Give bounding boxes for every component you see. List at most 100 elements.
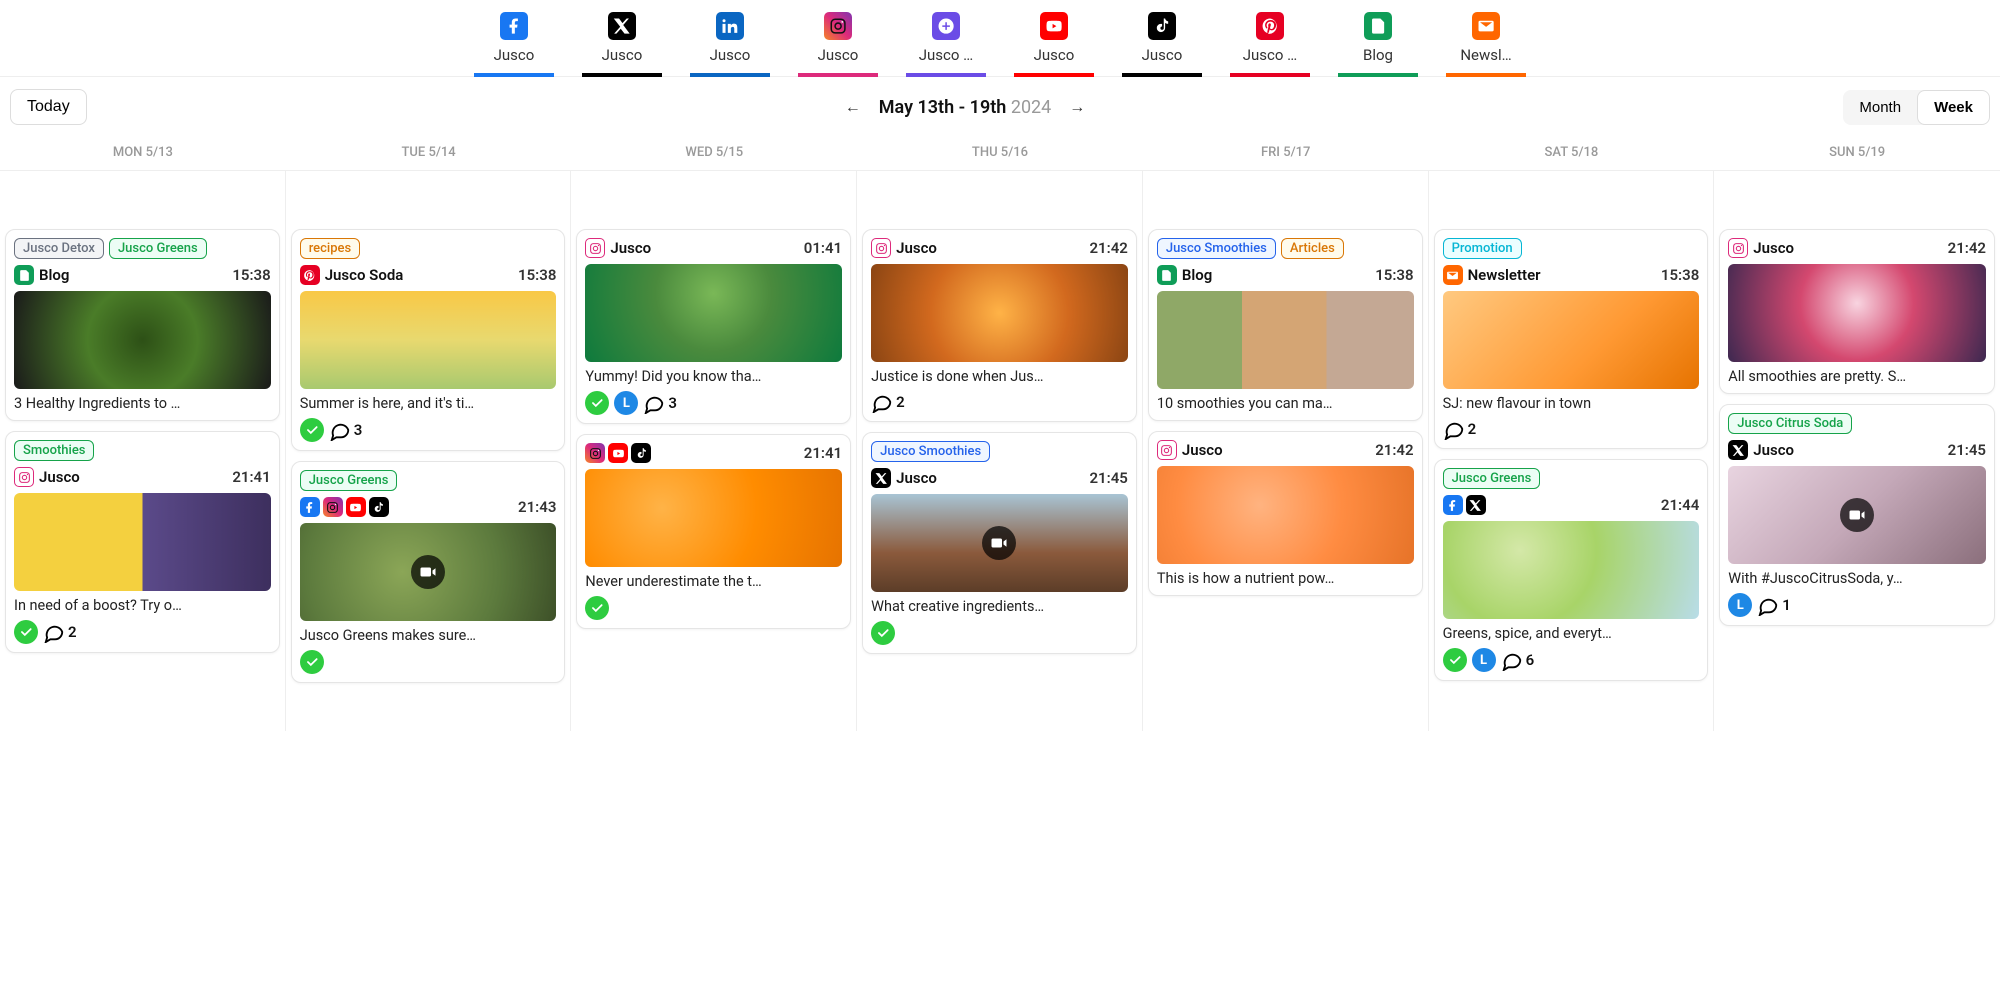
post-thumbnail bbox=[585, 469, 842, 567]
post-card[interactable]: Jusco DetoxJusco GreensBlog15:383 Health… bbox=[5, 229, 280, 421]
post-card[interactable]: 21:41Never underestimate the t… bbox=[576, 434, 851, 629]
yt-icon bbox=[1040, 12, 1068, 40]
prev-week-arrow[interactable]: ← bbox=[845, 97, 861, 117]
channels-row: Jusco Jusco Jusco Jusco Jusco … Jusco Ju… bbox=[0, 0, 2000, 77]
channel-label: Jusco bbox=[1034, 46, 1075, 64]
channel-pin[interactable]: Jusco … bbox=[1236, 12, 1304, 76]
post-card[interactable]: Jusco Greens21:44Greens, spice, and ever… bbox=[1434, 459, 1709, 681]
fb-icon bbox=[1443, 495, 1463, 515]
blog-icon bbox=[1157, 265, 1177, 285]
approved-badge bbox=[585, 596, 609, 620]
channel-li[interactable]: Jusco bbox=[696, 12, 764, 76]
tag: Jusco Greens bbox=[109, 238, 207, 259]
channel-blog[interactable]: Blog bbox=[1344, 12, 1412, 76]
post-thumbnail bbox=[1728, 466, 1986, 564]
tt-icon bbox=[631, 443, 651, 463]
ig-icon bbox=[585, 443, 605, 463]
account-name: Jusco bbox=[1753, 239, 1794, 257]
approved-badge bbox=[871, 621, 895, 645]
card-tags: Jusco Greens bbox=[1443, 468, 1700, 489]
post-time: 21:41 bbox=[232, 468, 270, 486]
post-thumbnail bbox=[14, 493, 271, 591]
post-thumbnail bbox=[871, 264, 1128, 362]
post-time: 15:38 bbox=[1375, 266, 1413, 284]
comment-count[interactable]: 3 bbox=[643, 392, 677, 414]
comment-count[interactable]: 2 bbox=[871, 391, 905, 413]
channel-underline bbox=[1446, 73, 1526, 77]
comment-count[interactable]: 6 bbox=[1501, 649, 1535, 671]
post-card[interactable]: Jusco Greens21:43Jusco Greens makes sure… bbox=[291, 461, 566, 683]
comment-count[interactable]: 1 bbox=[1757, 594, 1791, 616]
post-caption: All smoothies are pretty. S… bbox=[1728, 368, 1986, 385]
account-name: Jusco Soda bbox=[325, 266, 404, 284]
date-nav: ← May 13th - 19th 2024 → bbox=[845, 97, 1086, 118]
comment-count[interactable]: 2 bbox=[1443, 418, 1477, 440]
post-caption: What creative ingredients… bbox=[871, 598, 1128, 615]
post-thumbnail bbox=[300, 291, 557, 389]
pin-icon bbox=[300, 265, 320, 285]
scheduled-badge: L bbox=[1728, 593, 1752, 617]
channel-gb[interactable]: Jusco … bbox=[912, 12, 980, 76]
channel-label: Jusco … bbox=[1243, 46, 1297, 64]
day-header: WED 5/15 bbox=[571, 137, 857, 170]
post-card[interactable]: Jusco SmoothiesArticlesBlog15:3810 smoot… bbox=[1148, 229, 1423, 421]
post-caption: Yummy! Did you know tha… bbox=[585, 368, 842, 385]
week-view-button[interactable]: Week bbox=[1917, 90, 1990, 125]
tag: recipes bbox=[300, 238, 361, 259]
post-caption: 3 Healthy Ingredients to … bbox=[14, 395, 271, 412]
month-view-button[interactable]: Month bbox=[1843, 90, 1917, 125]
channel-fb[interactable]: Jusco bbox=[480, 12, 548, 76]
post-card[interactable]: SmoothiesJusco21:41In need of a boost? T… bbox=[5, 431, 280, 653]
status-row: 2 bbox=[871, 391, 1128, 413]
post-card[interactable]: Jusco SmoothiesJusco21:45What creative i… bbox=[862, 432, 1137, 654]
post-thumbnail bbox=[1157, 466, 1414, 564]
account-row: Jusco Soda15:38 bbox=[300, 265, 557, 285]
post-card[interactable]: Jusco21:42This is how a nutrient pow… bbox=[1148, 431, 1423, 596]
video-badge bbox=[982, 526, 1016, 560]
card-tags: Jusco DetoxJusco Greens bbox=[14, 238, 271, 259]
channel-underline bbox=[798, 73, 878, 77]
post-card[interactable]: recipesJusco Soda15:38Summer is here, an… bbox=[291, 229, 566, 451]
channel-underline bbox=[906, 73, 986, 77]
tag: Jusco Greens bbox=[300, 470, 398, 491]
post-caption: 10 smoothies you can ma… bbox=[1157, 395, 1414, 412]
scheduled-badge: L bbox=[614, 391, 638, 415]
ig-line-icon bbox=[14, 467, 34, 487]
channel-underline bbox=[690, 73, 770, 77]
card-tags: Jusco SmoothiesArticles bbox=[1157, 238, 1414, 259]
post-time: 21:42 bbox=[1375, 441, 1413, 459]
channel-label: Newsl… bbox=[1460, 46, 1511, 64]
post-caption: Greens, spice, and everyt… bbox=[1443, 625, 1700, 642]
comment-count[interactable]: 2 bbox=[43, 621, 77, 643]
channel-tt[interactable]: Jusco bbox=[1128, 12, 1196, 76]
channel-ig[interactable]: Jusco bbox=[804, 12, 872, 76]
channel-label: Jusco bbox=[602, 46, 643, 64]
post-time: 21:45 bbox=[1948, 441, 1986, 459]
post-card[interactable]: PromotionNewsletter15:38SJ: new flavour … bbox=[1434, 229, 1709, 449]
x-icon bbox=[871, 468, 891, 488]
platform-icons bbox=[300, 497, 389, 517]
account-row: Newsletter15:38 bbox=[1443, 265, 1700, 285]
channel-x[interactable]: Jusco bbox=[588, 12, 656, 76]
next-week-arrow[interactable]: → bbox=[1069, 97, 1085, 117]
channel-yt[interactable]: Jusco bbox=[1020, 12, 1088, 76]
post-card[interactable]: Jusco21:42Justice is done when Jus…2 bbox=[862, 229, 1137, 422]
post-card[interactable]: Jusco Citrus SodaJusco21:45With #JuscoCi… bbox=[1719, 404, 1995, 626]
account-name: Newsletter bbox=[1468, 266, 1541, 284]
day-column: Jusco21:42Justice is done when Jus…2Jusc… bbox=[857, 171, 1143, 731]
channel-nl[interactable]: Newsl… bbox=[1452, 12, 1520, 76]
approved-badge bbox=[585, 391, 609, 415]
post-time: 21:45 bbox=[1089, 469, 1127, 487]
channel-label: Jusco bbox=[1142, 46, 1183, 64]
toolbar: Today ← May 13th - 19th 2024 → Month Wee… bbox=[0, 77, 2000, 137]
approved-badge bbox=[14, 620, 38, 644]
status-row bbox=[871, 621, 1128, 645]
day-header: SAT 5/18 bbox=[1429, 137, 1715, 170]
today-button[interactable]: Today bbox=[10, 89, 87, 125]
comment-count[interactable]: 3 bbox=[329, 419, 363, 441]
status-row: L1 bbox=[1728, 593, 1986, 617]
post-card[interactable]: Jusco01:41Yummy! Did you know tha…L3 bbox=[576, 229, 851, 424]
post-card[interactable]: Jusco21:42All smoothies are pretty. S… bbox=[1719, 229, 1995, 394]
day-header: THU 5/16 bbox=[857, 137, 1143, 170]
day-column: Jusco21:42All smoothies are pretty. S…Ju… bbox=[1714, 171, 2000, 731]
